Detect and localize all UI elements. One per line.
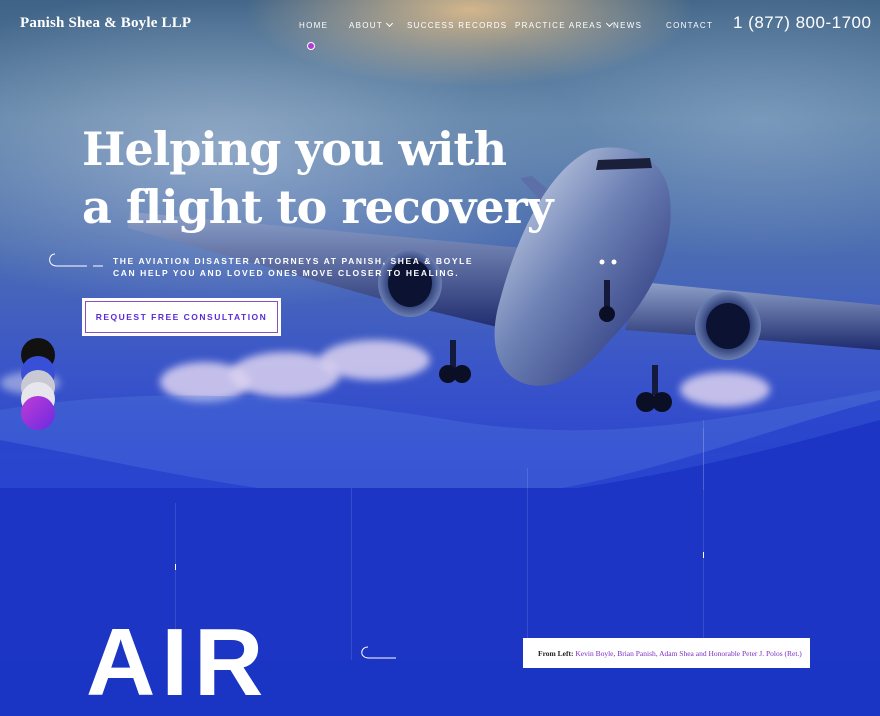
grid-line — [351, 488, 352, 660]
nav-label: Practice Areas — [515, 21, 603, 30]
nav-contact[interactable]: Contact — [666, 21, 713, 30]
subtext-line-2: can help you and loved ones move closer … — [113, 268, 460, 278]
swoosh-decoration — [49, 253, 103, 267]
brand-logo[interactable]: Panish Shea & Boyle LLP — [20, 15, 191, 32]
nav-news[interactable]: News — [613, 21, 642, 30]
active-nav-dot — [307, 42, 315, 50]
caption-names: Kevin Boyle, Brian Panish, Adam Shea and… — [575, 649, 802, 658]
tick-mark — [703, 552, 704, 558]
nav-label: Home — [299, 21, 329, 30]
grid-line — [527, 468, 528, 660]
nav-label: News — [613, 21, 643, 30]
request-consultation-button[interactable]: REQUEST FREE CONSULTATION — [82, 298, 281, 336]
swoosh-decoration — [361, 646, 396, 659]
nav-success-records[interactable]: Success Records — [407, 21, 507, 30]
headline-line-1: Helping you with — [82, 122, 507, 176]
nav-label: Success Records — [407, 21, 508, 30]
caption-prefix: From Left: — [538, 649, 574, 658]
cta-label: REQUEST FREE CONSULTATION — [85, 301, 278, 333]
nav-about[interactable]: About — [349, 19, 394, 30]
hero-subtext: The aviation disaster attorneys at Panis… — [113, 255, 473, 279]
color-swatch[interactable] — [21, 396, 55, 430]
hero-headline: Helping you with a flight to recovery — [82, 120, 554, 236]
phone-number[interactable]: 1 (877) 800-1700 — [733, 13, 871, 33]
nav-home[interactable]: Home — [299, 21, 328, 30]
subtext-line-1: The aviation disaster attorneys at Panis… — [113, 256, 474, 266]
section-big-word: AIR — [86, 609, 270, 716]
tick-mark — [175, 564, 176, 570]
nav-practice-areas[interactable]: Practice Areas — [515, 19, 613, 30]
nav-label: Contact — [666, 21, 714, 30]
headline-line-2: a flight to recovery — [82, 180, 554, 234]
photo-caption: From Left: Kevin Boyle, Brian Panish, Ad… — [523, 638, 810, 668]
nav-label: About — [349, 21, 384, 30]
grid-line — [703, 420, 704, 490]
chevron-down-icon — [605, 19, 613, 28]
chevron-down-icon — [386, 19, 394, 28]
